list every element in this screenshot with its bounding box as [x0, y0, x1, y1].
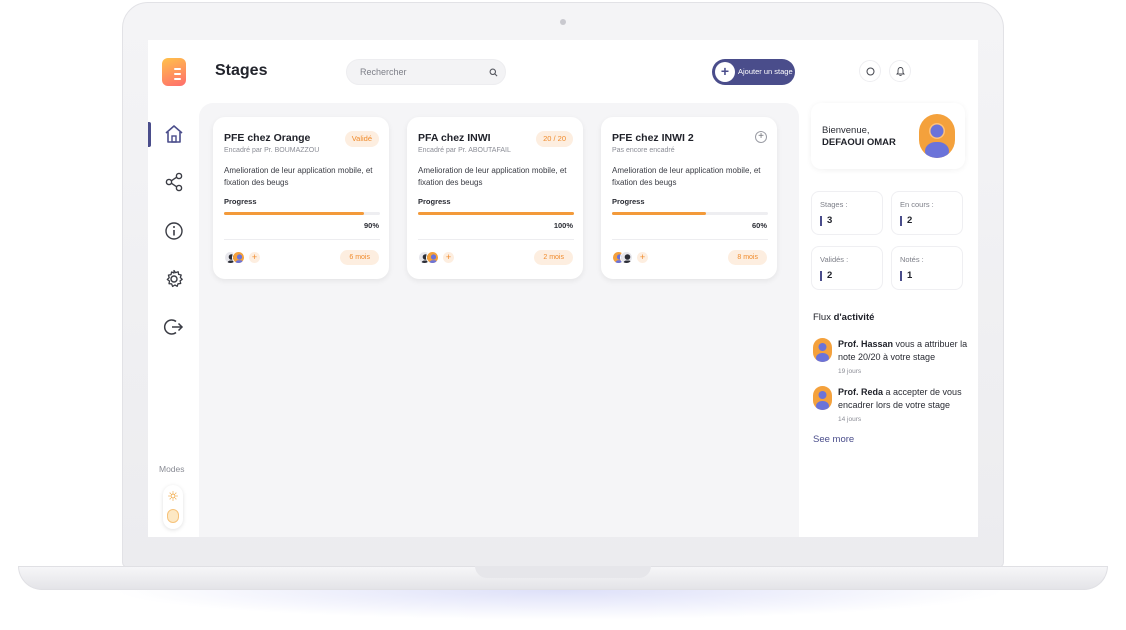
search-icon[interactable]	[489, 68, 498, 77]
home-icon[interactable]	[163, 123, 185, 145]
progress-bar	[224, 212, 380, 215]
activity-item-text: Prof. Hassan vous a attribuer la note 20…	[838, 338, 968, 364]
activity-time: 19 jours	[838, 368, 862, 375]
info-icon[interactable]	[163, 220, 185, 242]
divider	[612, 239, 768, 240]
sun-icon[interactable]	[168, 491, 178, 501]
search-placeholder: Rechercher	[360, 67, 407, 77]
progress-fill	[224, 212, 365, 215]
welcome-card: Bienvenue, DEFAOUI OMAR	[811, 103, 965, 169]
add-supervisor-button[interactable]: +	[755, 131, 767, 143]
stage-card[interactable]: PFA chez INWI Encadré par Pr. ABOUTAFAIL…	[407, 117, 583, 279]
bell-icon	[896, 67, 905, 77]
user-avatar[interactable]	[919, 114, 955, 158]
stage-title: PFA chez INWI	[418, 132, 491, 144]
stage-title: PFE chez Orange	[224, 132, 311, 144]
duration-badge: 6 mois	[340, 250, 379, 265]
avatar[interactable]	[813, 338, 832, 362]
stat-stages: Stages : 3	[811, 191, 883, 235]
avatar[interactable]	[232, 251, 245, 264]
stat-en-cours: En cours : 2	[891, 191, 963, 235]
add-stage-button[interactable]: + Ajouter un stage	[712, 59, 795, 85]
add-member-button[interactable]: +	[637, 252, 648, 263]
avatar[interactable]	[813, 386, 832, 410]
feed-title-plain: Flux	[813, 312, 834, 323]
stat-value: 1	[900, 271, 912, 281]
progress-value: 60%	[751, 221, 767, 230]
page-title: Stages	[215, 62, 268, 79]
stages-panel: PFE chez Orange Encadré par Pr. BOUMAZZO…	[199, 103, 799, 537]
stage-supervisor: Encadré par Pr. ABOUTAFAIL	[418, 147, 511, 154]
avatar[interactable]	[620, 251, 633, 264]
laptop-camera	[560, 19, 566, 25]
progress-label: Progress	[224, 197, 257, 206]
stage-description: Amelioration de leur application mobile,…	[612, 166, 761, 187]
laptop-notch	[475, 566, 651, 578]
stage-card[interactable]: PFE chez INWI 2 Pas encore encadré + Ame…	[601, 117, 777, 279]
stat-label: Notés :	[900, 255, 924, 264]
app-logo[interactable]	[162, 58, 186, 86]
theme-toggle-button[interactable]	[859, 60, 881, 82]
progress-label: Progress	[418, 197, 451, 206]
see-more-link[interactable]: See more	[813, 434, 854, 445]
stat-value: 3	[820, 216, 832, 226]
divider	[418, 239, 574, 240]
app-screen: Stages Rechercher + Ajouter un stage Mod…	[148, 40, 978, 537]
stage-title: PFE chez INWI 2	[612, 132, 694, 144]
progress-label: Progress	[612, 197, 645, 206]
user-name: DEFAOUI OMAR	[822, 137, 896, 148]
stat-value: 2	[900, 216, 912, 226]
activity-time: 14 jours	[838, 416, 862, 423]
activity-author: Prof. Hassan	[838, 339, 894, 349]
stage-supervisor: Pas encore encadré	[612, 147, 675, 154]
stat-label: Stages :	[820, 200, 848, 209]
stage-card[interactable]: PFE chez Orange Encadré par Pr. BOUMAZZO…	[213, 117, 389, 279]
stat-label: En cours :	[900, 200, 934, 209]
stat-value: 2	[820, 271, 832, 281]
dark-mode-knob[interactable]	[167, 509, 179, 523]
feed-title-bold: d'activité	[833, 312, 875, 323]
search-input[interactable]: Rechercher	[346, 59, 506, 85]
status-badge: Validé	[344, 131, 379, 147]
progress-value: 100%	[553, 221, 573, 230]
share-icon[interactable]	[163, 171, 185, 193]
add-member-button[interactable]: +	[443, 252, 454, 263]
progress-fill	[612, 212, 706, 215]
progress-fill	[418, 212, 574, 215]
grade-badge: 20 / 20	[536, 131, 573, 147]
mode-switch[interactable]	[163, 485, 183, 529]
nav-active-indicator	[148, 122, 151, 147]
progress-bar	[612, 212, 768, 215]
progress-value: 90%	[363, 221, 379, 230]
stage-description: Amelioration de leur application mobile,…	[418, 166, 567, 187]
activity-item-text: Prof. Reda a accepter de vous encadrer l…	[838, 386, 968, 412]
add-stage-label: Ajouter un stage	[738, 67, 793, 76]
add-member-button[interactable]: +	[249, 252, 260, 263]
gear-icon[interactable]	[163, 268, 185, 290]
modes-label: Modes	[159, 464, 185, 474]
stat-label: Validés :	[820, 255, 849, 264]
plus-icon: +	[715, 62, 735, 82]
avatar[interactable]	[426, 251, 439, 264]
notifications-button[interactable]	[889, 60, 911, 82]
stage-supervisor: Encadré par Pr. BOUMAZZOU	[224, 147, 320, 154]
stat-notes: Notés : 1	[891, 246, 963, 290]
stage-description: Amelioration de leur application mobile,…	[224, 166, 373, 187]
laptop-mockup: Stages Rechercher + Ajouter un stage Mod…	[0, 0, 1126, 630]
stat-valides: Validés : 2	[811, 246, 883, 290]
logout-icon[interactable]	[163, 316, 185, 338]
duration-badge: 8 mois	[728, 250, 767, 265]
circle-icon	[866, 67, 875, 76]
welcome-greeting: Bienvenue,	[822, 125, 870, 136]
divider	[224, 239, 380, 240]
progress-bar	[418, 212, 574, 215]
activity-author: Prof. Reda	[838, 387, 884, 397]
activity-feed-title: Flux d'activité	[813, 312, 874, 323]
duration-badge: 2 mois	[534, 250, 573, 265]
